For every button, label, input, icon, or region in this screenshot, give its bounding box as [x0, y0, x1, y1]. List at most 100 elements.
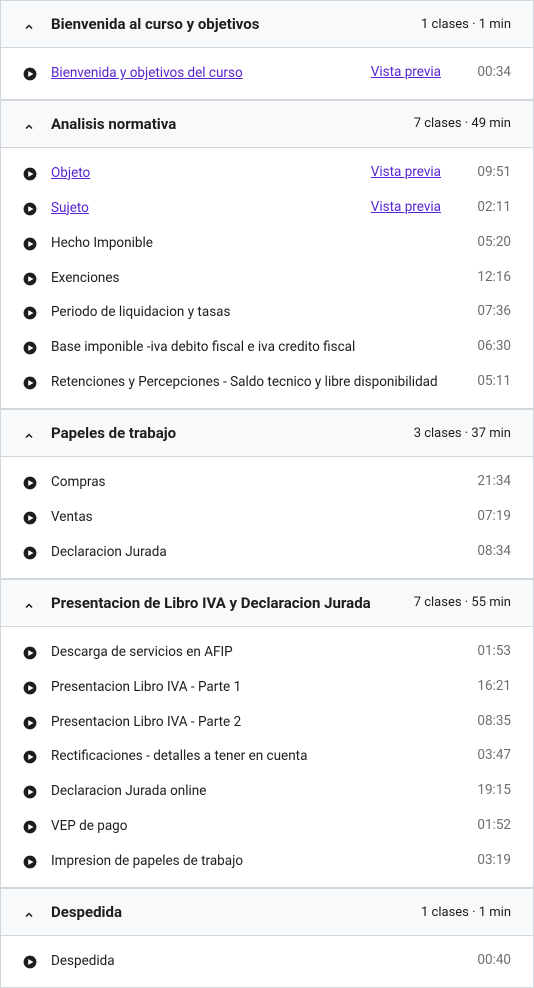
lesson-title: Ventas [51, 508, 471, 527]
lesson-title: Impresion de papeles de trabajo [51, 852, 471, 871]
lesson-row: Declaracion Jurada08:34 [1, 535, 533, 578]
play-circle-icon [23, 680, 37, 694]
lesson-title: Compras [51, 473, 471, 492]
section-header[interactable]: Analisis normativa7 clases · 49 min [1, 100, 533, 148]
lesson-row: Descarga de servicios en AFIP01:53 [1, 627, 533, 670]
play-circle-icon [23, 340, 37, 354]
play-circle-icon [23, 305, 37, 319]
play-circle-icon [23, 271, 37, 285]
section-header[interactable]: Bienvenida al curso y objetivos1 clases … [1, 1, 533, 48]
lesson-row: Presentacion Libro IVA - Parte 116:21 [1, 670, 533, 705]
section-title: Papeles de trabajo [51, 424, 414, 442]
play-circle-icon [23, 545, 37, 559]
section-meta: 3 clases · 37 min [414, 426, 511, 441]
section-header[interactable]: Presentacion de Libro IVA y Declaracion … [1, 579, 533, 627]
lesson-row: Ventas07:19 [1, 500, 533, 535]
play-circle-icon [23, 375, 37, 389]
lesson-duration: 00:34 [471, 64, 511, 80]
lesson-title: Periodo de liquidacion y tasas [51, 303, 471, 322]
lesson-row: VEP de pago01:52 [1, 809, 533, 844]
lesson-duration: 12:16 [471, 269, 511, 285]
lesson-title: Despedida [51, 952, 471, 971]
lesson-duration: 09:51 [471, 164, 511, 180]
lesson-row: Retenciones y Percepciones - Saldo tecni… [1, 365, 533, 408]
lesson-row: Bienvenida y objetivos del curso Vista pr… [1, 48, 533, 99]
lesson-title: Declaracion Jurada online [51, 782, 471, 801]
lesson-duration: 19:15 [471, 782, 511, 798]
preview-link[interactable]: Vista previa [371, 164, 441, 180]
lesson-duration: 05:11 [471, 373, 511, 389]
chevron-up-icon [23, 118, 35, 130]
play-circle-icon [23, 819, 37, 833]
lesson-duration: 07:36 [471, 303, 511, 319]
play-circle-icon [23, 236, 37, 250]
preview-link[interactable]: Vista previa [371, 199, 441, 215]
lesson-title: Hecho Imponible [51, 234, 471, 253]
play-circle-icon [23, 715, 37, 729]
section-header[interactable]: Despedida1 clases · 1 min [1, 888, 533, 936]
lesson-list: Bienvenida y objetivos del curso Vista pr… [1, 48, 533, 100]
chevron-up-icon [23, 18, 35, 30]
section-title: Bienvenida al curso y objetivos [51, 15, 421, 33]
lesson-list: Descarga de servicios en AFIP01:53Presen… [1, 627, 533, 888]
lesson-list: Objeto Vista previa 09:51 Sujeto Vista previ… [1, 148, 533, 409]
section-header[interactable]: Papeles de trabajo3 clases · 37 min [1, 409, 533, 457]
play-circle-icon [23, 749, 37, 763]
lesson-row: Base imponible -iva debito fiscal e iva … [1, 330, 533, 365]
lesson-duration: 06:30 [471, 338, 511, 354]
lesson-row: Despedida00:40 [1, 936, 533, 987]
lesson-duration: 02:11 [471, 199, 511, 215]
lesson-row: Presentacion Libro IVA - Parte 208:35 [1, 705, 533, 740]
section-meta: 1 clases · 1 min [421, 905, 511, 920]
lesson-duration: 07:19 [471, 508, 511, 524]
lesson-title: Base imponible -iva debito fiscal e iva … [51, 338, 471, 357]
section-title: Presentacion de Libro IVA y Declaracion … [51, 594, 414, 612]
lesson-row: Sujeto Vista previa 02:11 [1, 191, 533, 226]
lesson-duration: 05:20 [471, 234, 511, 250]
play-circle-icon [23, 201, 37, 215]
lesson-row: Periodo de liquidacion y tasas07:36 [1, 295, 533, 330]
play-circle-icon [23, 784, 37, 798]
lesson-title: VEP de pago [51, 817, 471, 836]
lesson-title: Exenciones [51, 269, 471, 288]
lesson-row: Hecho Imponible05:20 [1, 226, 533, 261]
play-circle-icon [23, 854, 37, 868]
lesson-list: Despedida00:40 [1, 936, 533, 987]
lesson-row: Compras21:34 [1, 457, 533, 500]
lesson-duration: 01:52 [471, 817, 511, 833]
play-circle-icon [23, 66, 37, 80]
lesson-duration: 08:34 [471, 543, 511, 559]
lesson-title: Declaracion Jurada [51, 543, 471, 562]
chevron-up-icon [23, 597, 35, 609]
lesson-row: Impresion de papeles de trabajo03:19 [1, 844, 533, 887]
lesson-duration: 16:21 [471, 678, 511, 694]
section-title: Analisis normativa [51, 115, 414, 133]
lesson-row: Rectificaciones - detalles a tener en cu… [1, 739, 533, 774]
section-meta: 7 clases · 49 min [414, 116, 511, 131]
lesson-row: Declaracion Jurada online19:15 [1, 774, 533, 809]
chevron-up-icon [23, 427, 35, 439]
play-circle-icon [23, 954, 37, 968]
lesson-title: Retenciones y Percepciones - Saldo tecni… [51, 373, 471, 392]
section-meta: 1 clases · 1 min [421, 17, 511, 32]
lesson-duration: 03:19 [471, 852, 511, 868]
lesson-list: Compras21:34Ventas07:19Declaracion Jurad… [1, 457, 533, 579]
lesson-row: Exenciones12:16 [1, 261, 533, 296]
lesson-title[interactable]: Sujeto [51, 199, 351, 218]
lesson-title[interactable]: Objeto [51, 164, 351, 183]
preview-link[interactable]: Vista previa [371, 64, 441, 80]
lesson-duration: 00:40 [471, 952, 511, 968]
lesson-title[interactable]: Bienvenida y objetivos del curso [51, 64, 351, 83]
section-title: Despedida [51, 903, 421, 921]
chevron-up-icon [23, 906, 35, 918]
play-circle-icon [23, 166, 37, 180]
lesson-duration: 03:47 [471, 747, 511, 763]
lesson-duration: 08:35 [471, 713, 511, 729]
lesson-title: Presentacion Libro IVA - Parte 2 [51, 713, 471, 732]
lesson-title: Rectificaciones - detalles a tener en cu… [51, 747, 471, 766]
lesson-title: Descarga de servicios en AFIP [51, 643, 471, 662]
lesson-duration: 21:34 [471, 473, 511, 489]
lesson-row: Objeto Vista previa 09:51 [1, 148, 533, 191]
lesson-duration: 01:53 [471, 643, 511, 659]
play-circle-icon [23, 645, 37, 659]
